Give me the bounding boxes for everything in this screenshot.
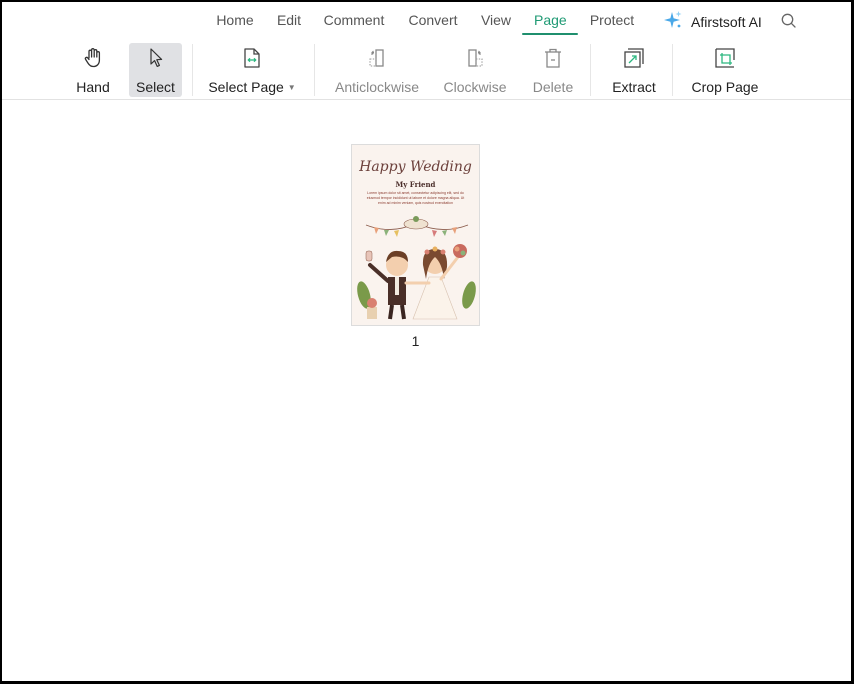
toolbar-divider	[314, 44, 315, 96]
cursor-arrow-icon	[149, 48, 162, 67]
menu-bar: Home Edit Comment Convert View Page Prot…	[2, 2, 851, 38]
extract-icon	[624, 48, 644, 68]
page-number-label: 1	[411, 333, 420, 349]
toolbar-divider	[192, 44, 193, 96]
select-page-icon	[244, 48, 260, 68]
page-thumbnail[interactable]: Happy Wedding My Friend Lorem ipsum dolo…	[351, 144, 480, 326]
tab-page[interactable]: Page	[522, 12, 578, 35]
hand-tool-label: Hand	[76, 79, 110, 95]
select-page-dropdown[interactable]: Select Page ▼	[207, 43, 297, 97]
tab-view[interactable]: View	[480, 12, 512, 34]
hand-tool-button[interactable]: Hand	[68, 43, 118, 97]
extract-pages-label: Extract	[612, 79, 656, 95]
tab-edit[interactable]: Edit	[275, 12, 303, 34]
rotate-anticlockwise-label: Anticlockwise	[334, 79, 420, 95]
page-thumbnail-title: Happy Wedding	[359, 159, 472, 175]
delete-page-label: Delete	[532, 79, 574, 95]
delete-page-button[interactable]: Delete	[528, 43, 578, 97]
sparkle-icon	[663, 10, 684, 35]
rotate-clockwise-button[interactable]: Clockwise	[440, 43, 510, 97]
trash-icon	[545, 48, 561, 68]
tab-comment[interactable]: Comment	[322, 12, 386, 34]
app-window: Home Edit Comment Convert View Page Prot…	[0, 0, 854, 684]
search-icon	[781, 13, 796, 28]
page-toolbar: Hand Select Select Page ▼ Anticlockwise …	[2, 40, 851, 100]
extract-pages-button[interactable]: Extract	[606, 43, 662, 97]
select-tool-button[interactable]: Select	[129, 43, 182, 97]
crop-page-button[interactable]: Crop Page	[688, 43, 762, 97]
rotate-clockwise-icon	[468, 49, 483, 67]
crop-page-label: Crop Page	[691, 79, 759, 95]
select-page-label: Select Page ▼	[208, 79, 295, 95]
rotate-anticlockwise-button[interactable]: Anticlockwise	[332, 43, 422, 97]
select-page-text: Select Page	[208, 79, 284, 95]
rotate-clockwise-label: Clockwise	[443, 79, 507, 95]
dropdown-caret-icon: ▼	[287, 83, 296, 92]
tab-protect[interactable]: Protect	[587, 12, 637, 34]
tab-home[interactable]: Home	[215, 12, 255, 34]
ai-assistant-button[interactable]: Afirstsoft AI	[663, 10, 762, 35]
wedding-illustration	[357, 216, 476, 320]
page-thumbnail-subtitle: My Friend	[395, 180, 436, 189]
toolbar-divider	[672, 44, 673, 96]
page-thumbnail-body: Lorem ipsum dolor sit amet, consectetur …	[366, 191, 465, 205]
toolbar-divider	[590, 44, 591, 96]
select-tool-label: Select	[136, 79, 175, 95]
toolbar-divider-line	[2, 99, 851, 100]
tab-convert[interactable]: Convert	[407, 12, 459, 34]
crop-icon	[715, 48, 735, 68]
hand-icon	[84, 48, 101, 68]
rotate-anticlockwise-icon	[369, 49, 384, 67]
search-button[interactable]	[780, 12, 798, 30]
ai-assistant-label: Afirstsoft AI	[691, 14, 762, 30]
